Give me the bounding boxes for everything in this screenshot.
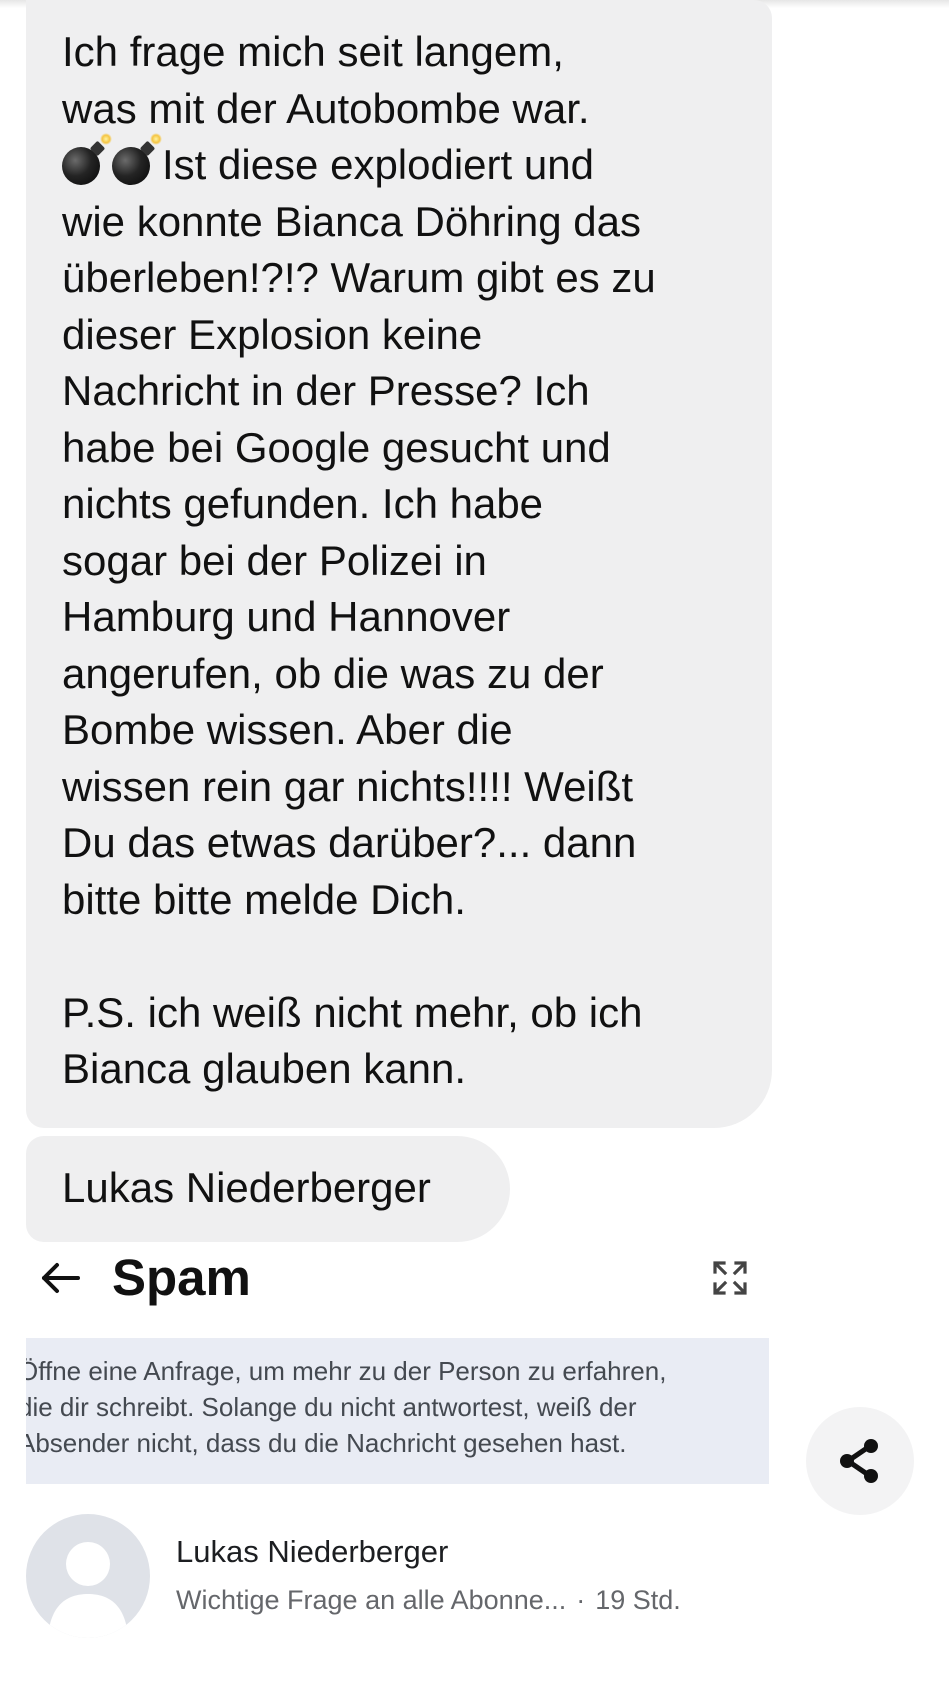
- bomb-emoji: [112, 133, 162, 185]
- conversation-timestamp: 19 Std.: [595, 1585, 681, 1615]
- message-text-part-1: Ich frage mich seit langem, was mit der …: [62, 28, 590, 132]
- default-avatar-icon: [48, 1542, 128, 1638]
- message-text-part-2: Ist diese explodiert und: [162, 141, 594, 188]
- spam-header: Spam: [0, 1246, 949, 1310]
- signature-text: Lukas Niederberger: [62, 1164, 431, 1211]
- conversation-sender-name[interactable]: Lukas Niederberger: [176, 1528, 448, 1576]
- avatar[interactable]: [26, 1514, 150, 1638]
- message-bubble[interactable]: Ich frage mich seit langem, was mit der …: [26, 0, 772, 1128]
- share-icon: [840, 1439, 878, 1483]
- back-arrow-icon[interactable]: [38, 1258, 82, 1298]
- signature-bubble[interactable]: Lukas Niederberger: [26, 1136, 510, 1242]
- conversation-preview[interactable]: Wichtige Frage an alle Abonne... · 19 Std.: [176, 1576, 681, 1624]
- preview-separator: ·: [576, 1585, 586, 1615]
- bomb-emoji: [62, 133, 112, 185]
- message-text-part-3: wie konnte Bianca Döhring das überleben!…: [62, 197, 656, 1093]
- expand-icon[interactable]: [712, 1260, 748, 1296]
- conversation-preview-text: Wichtige Frage an alle Abonne...: [176, 1585, 567, 1615]
- share-button[interactable]: [806, 1407, 914, 1515]
- info-banner: Öffne eine Anfrage, um mehr zu der Perso…: [26, 1338, 769, 1484]
- page-title: Spam: [112, 1249, 251, 1306]
- info-banner-text: Öffne eine Anfrage, um mehr zu der Perso…: [26, 1356, 667, 1458]
